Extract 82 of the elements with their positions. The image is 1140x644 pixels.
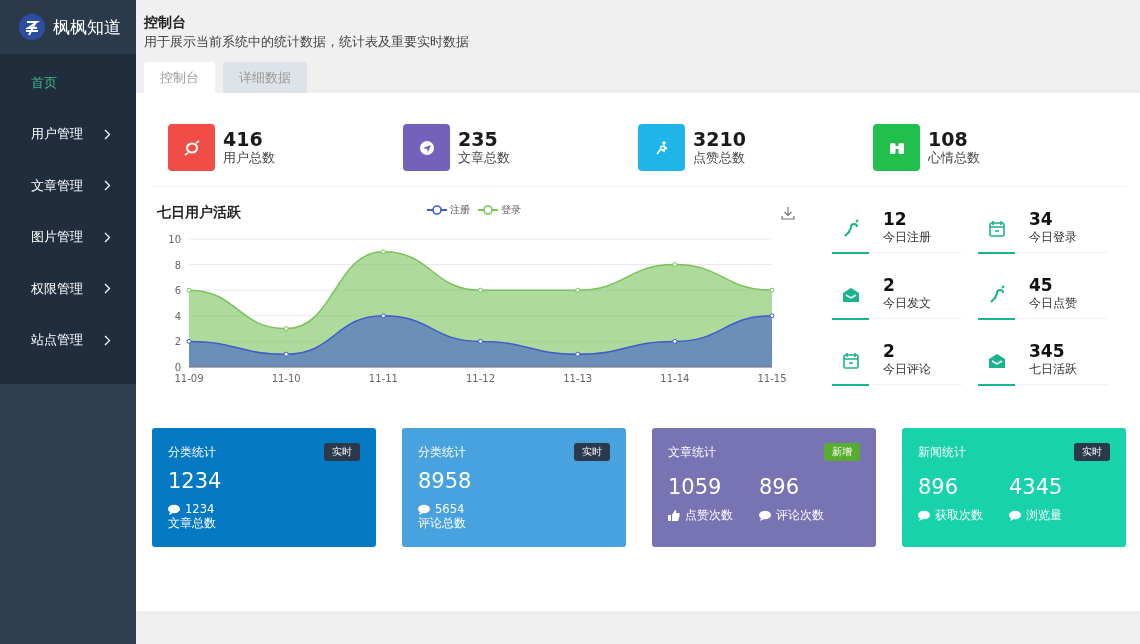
stat-value: 108 [928, 128, 969, 150]
stat-label: 今日评论 [883, 362, 932, 377]
card-sub-label: 获取次数 [935, 508, 983, 523]
calendar-icon [840, 350, 861, 371]
card-sub-label: 评论次数 [776, 508, 824, 523]
chevron-right-icon [104, 334, 111, 346]
stat-label: 点赞总数 [693, 150, 746, 167]
axis-label: 11-13 [563, 373, 593, 384]
axis-label: 10 [168, 234, 181, 245]
axis-label: 11-15 [757, 373, 787, 384]
sidebar-item[interactable]: 首页 [0, 57, 136, 109]
sidebar-item[interactable]: 文章管理 [0, 160, 136, 212]
stat-value: 12 [883, 208, 908, 230]
stat-value: 45 [1029, 274, 1054, 296]
axis-label: 8 [174, 259, 181, 271]
card-sub-label: 文章总数 [168, 516, 217, 531]
stat-value: 345 [1029, 340, 1066, 362]
stat-label: 今日点赞 [1029, 296, 1078, 311]
download-icon[interactable] [781, 206, 795, 220]
chevron-right-icon [104, 180, 111, 192]
stat-label: 七日活跃 [1029, 362, 1078, 377]
comment-icon [168, 503, 180, 515]
axis-label: 2 [174, 336, 181, 348]
axis-label: 11-12 [465, 373, 496, 384]
stat-value: 2 [883, 274, 896, 296]
axis-label: 11-14 [660, 373, 690, 384]
page-title: 控制台 [144, 14, 187, 32]
stat-label: 今日注册 [883, 230, 932, 245]
card-value: 896 [918, 475, 960, 499]
axis-label: 11-10 [271, 373, 301, 384]
legend-item[interactable]: 登录 [478, 203, 521, 217]
comment-icon [759, 510, 771, 521]
stat-value: 2 [883, 340, 896, 362]
logo-icon [19, 14, 45, 40]
legend-item[interactable]: 注册 [427, 203, 470, 217]
sidebar-item[interactable]: 权限管理 [0, 263, 136, 315]
sidebar-item[interactable]: 图片管理 [0, 211, 136, 263]
axis-label: 0 [174, 362, 181, 373]
card-sub-value: 5654 [435, 502, 465, 516]
comment-icon [1009, 510, 1021, 521]
calendar-icon [986, 218, 1007, 239]
card-sub-label: 点赞次数 [685, 508, 733, 523]
status-badge: 实时 [574, 443, 610, 461]
comment-icon [918, 510, 930, 521]
card-title: 新闻统计 [918, 444, 966, 460]
card-title: 文章统计 [668, 444, 716, 460]
card-value: 896 [759, 475, 801, 499]
stat-label: 今日发文 [883, 296, 932, 311]
stat-value: 416 [223, 128, 264, 150]
stat-label: 心情总数 [928, 150, 980, 167]
page-subtitle: 用于展示当前系统中的统计数据，统计表及重要实时数据 [144, 34, 470, 51]
card-sub-label: 评论总数 [418, 516, 467, 531]
chevron-right-icon [104, 128, 111, 140]
thumbs-up-icon [668, 510, 680, 521]
card-sub-label: 浏览量 [1026, 508, 1062, 523]
card-sub-value: 1234 [185, 502, 215, 516]
card-title: 分类统计 [418, 444, 466, 460]
card-value: 1059 [668, 475, 723, 499]
stat-value: 3210 [693, 128, 746, 150]
stat-label: 文章总数 [458, 150, 510, 167]
status-badge: 新增 [824, 443, 860, 461]
card-value: 8958 [418, 469, 473, 493]
comment-icon [418, 503, 430, 515]
card-value: 1234 [168, 469, 223, 493]
card-value: 4345 [1009, 475, 1063, 499]
card-title: 分类统计 [168, 444, 216, 460]
axis-label: 6 [174, 285, 181, 297]
axis-label: 4 [174, 310, 181, 322]
brand-name: 枫枫知道 [53, 15, 121, 39]
axis-label: 11-11 [368, 373, 398, 384]
status-badge: 实时 [1074, 443, 1110, 461]
stat-value: 34 [1029, 208, 1054, 230]
sidebar-item[interactable]: 用户管理 [0, 108, 136, 160]
stat-label: 今日登录 [1029, 230, 1078, 245]
chart-title: 七日用户活跃 [157, 204, 242, 222]
status-badge: 实时 [324, 443, 360, 461]
stat-value: 235 [458, 128, 499, 150]
chevron-right-icon [104, 231, 111, 243]
sidebar-item[interactable]: 站点管理 [0, 314, 136, 366]
chevron-right-icon [104, 283, 111, 295]
axis-label: 11-09 [174, 373, 204, 384]
stat-label: 用户总数 [223, 150, 275, 167]
